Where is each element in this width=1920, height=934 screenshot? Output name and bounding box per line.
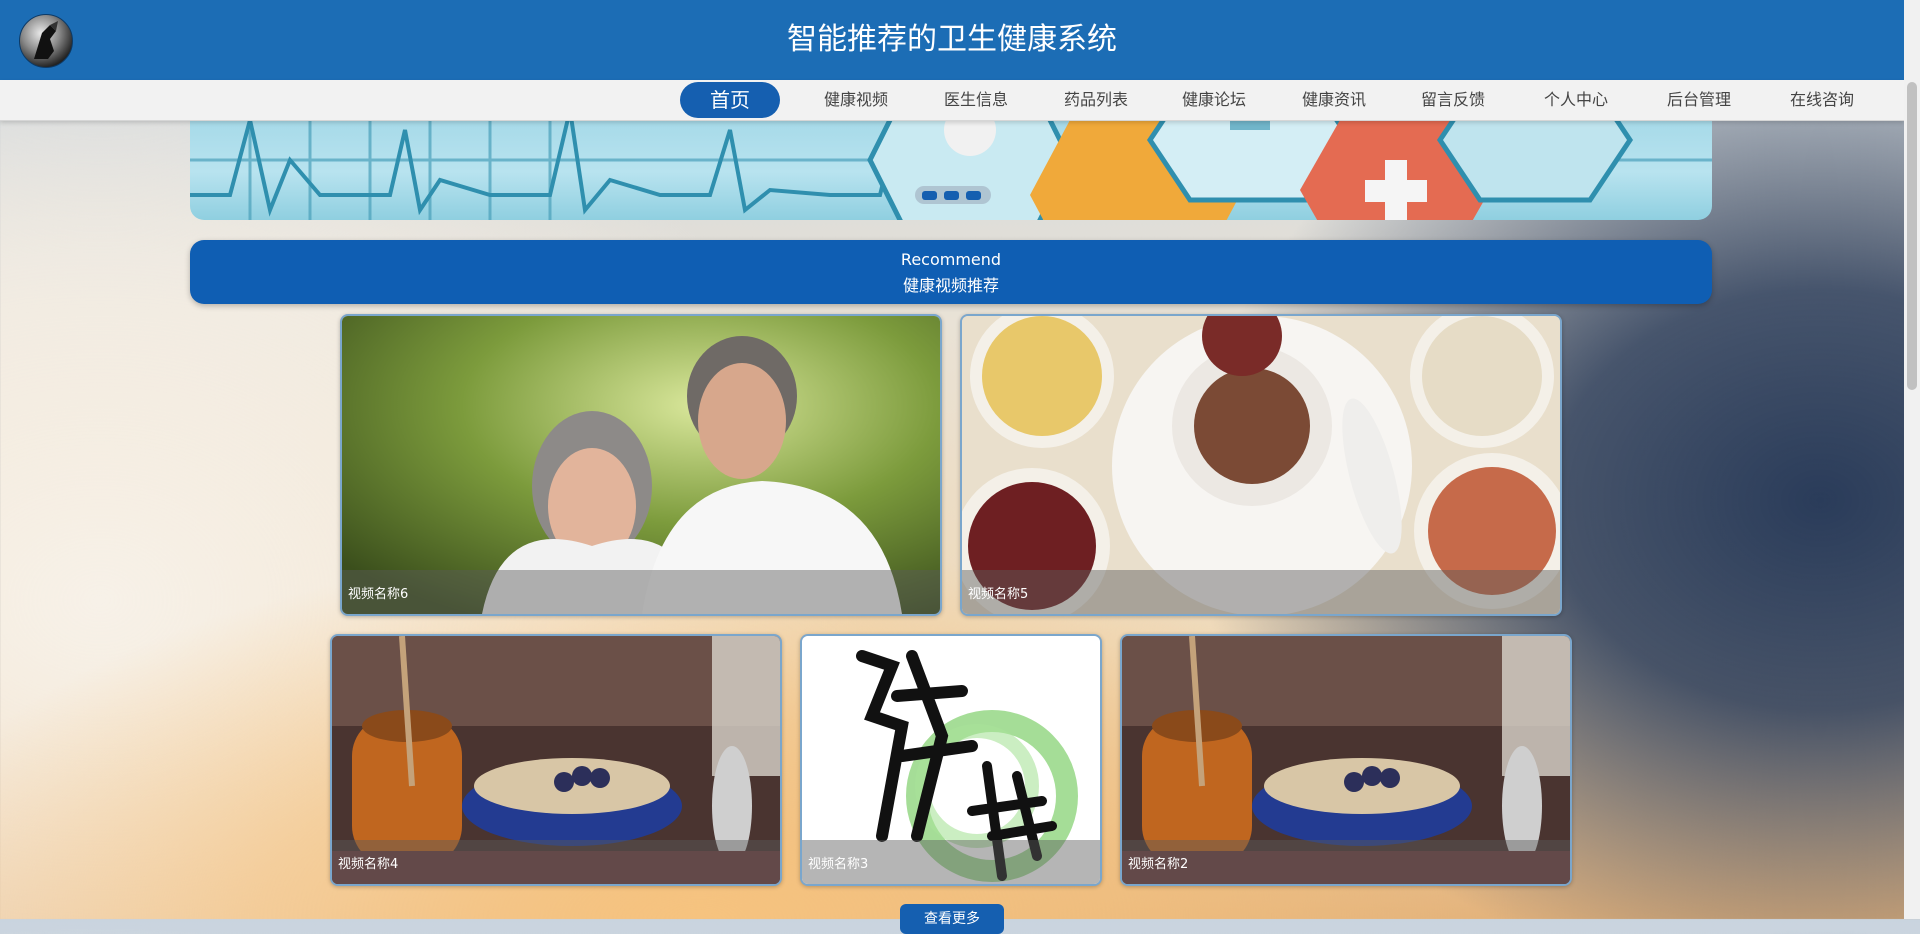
- nav-item-feedback[interactable]: 留言反馈: [1403, 80, 1503, 120]
- nav-item-health-videos[interactable]: 健康视频: [806, 80, 906, 120]
- video-card[interactable]: 视频名称3: [800, 634, 1102, 886]
- header-bar: 智能推荐的卫生健康系统: [0, 0, 1904, 80]
- nav-item-admin[interactable]: 后台管理: [1649, 80, 1749, 120]
- scrollbar-thumb[interactable]: [1907, 82, 1917, 390]
- carousel-dot-3[interactable]: [966, 191, 981, 200]
- video-card[interactable]: 视频名称2: [1120, 634, 1572, 886]
- carousel-dot-1[interactable]: [922, 191, 937, 200]
- nav-item-doctor-info[interactable]: 医生信息: [926, 80, 1026, 120]
- video-caption: 视频名称6: [342, 570, 940, 614]
- video-title: 视频名称4: [338, 857, 399, 872]
- site-title: 智能推荐的卫生健康系统: [787, 22, 1117, 57]
- video-caption: 视频名称3: [802, 840, 1100, 884]
- main-nav: 首页 健康视频 医生信息 药品列表 健康论坛 健康资讯 留言反馈 个人中心 后台…: [0, 80, 1904, 121]
- nav-item-health-news[interactable]: 健康资讯: [1284, 80, 1384, 120]
- video-card[interactable]: 视频名称4: [330, 634, 782, 886]
- video-caption: 视频名称4: [332, 840, 780, 884]
- carousel-indicators: [915, 186, 991, 204]
- nav-item-online-consult[interactable]: 在线咨询: [1772, 80, 1872, 120]
- video-caption: 视频名称2: [1122, 840, 1570, 884]
- recommend-title-cn: 健康视频推荐: [902, 276, 999, 295]
- recommend-title-en: Recommend: [900, 250, 1002, 269]
- video-card[interactable]: 视频名称5: [960, 314, 1562, 616]
- recommend-section-header: Recommend 健康视频推荐: [190, 240, 1712, 304]
- video-card[interactable]: 视频名称6: [340, 314, 942, 616]
- carousel-dot-2[interactable]: [944, 191, 959, 200]
- view-more-button[interactable]: 查看更多: [900, 904, 1004, 934]
- nav-item-drug-list[interactable]: 药品列表: [1046, 80, 1146, 120]
- video-caption: 视频名称5: [962, 570, 1560, 614]
- nav-item-health-forum[interactable]: 健康论坛: [1164, 80, 1264, 120]
- video-title: 视频名称3: [808, 857, 869, 872]
- video-title: 视频名称5: [968, 587, 1029, 602]
- video-title: 视频名称6: [348, 587, 409, 602]
- nav-item-personal-center[interactable]: 个人中心: [1526, 80, 1626, 120]
- video-title: 视频名称2: [1128, 857, 1189, 872]
- nav-item-home[interactable]: 首页: [680, 82, 780, 118]
- page-scrollbar[interactable]: [1904, 0, 1920, 919]
